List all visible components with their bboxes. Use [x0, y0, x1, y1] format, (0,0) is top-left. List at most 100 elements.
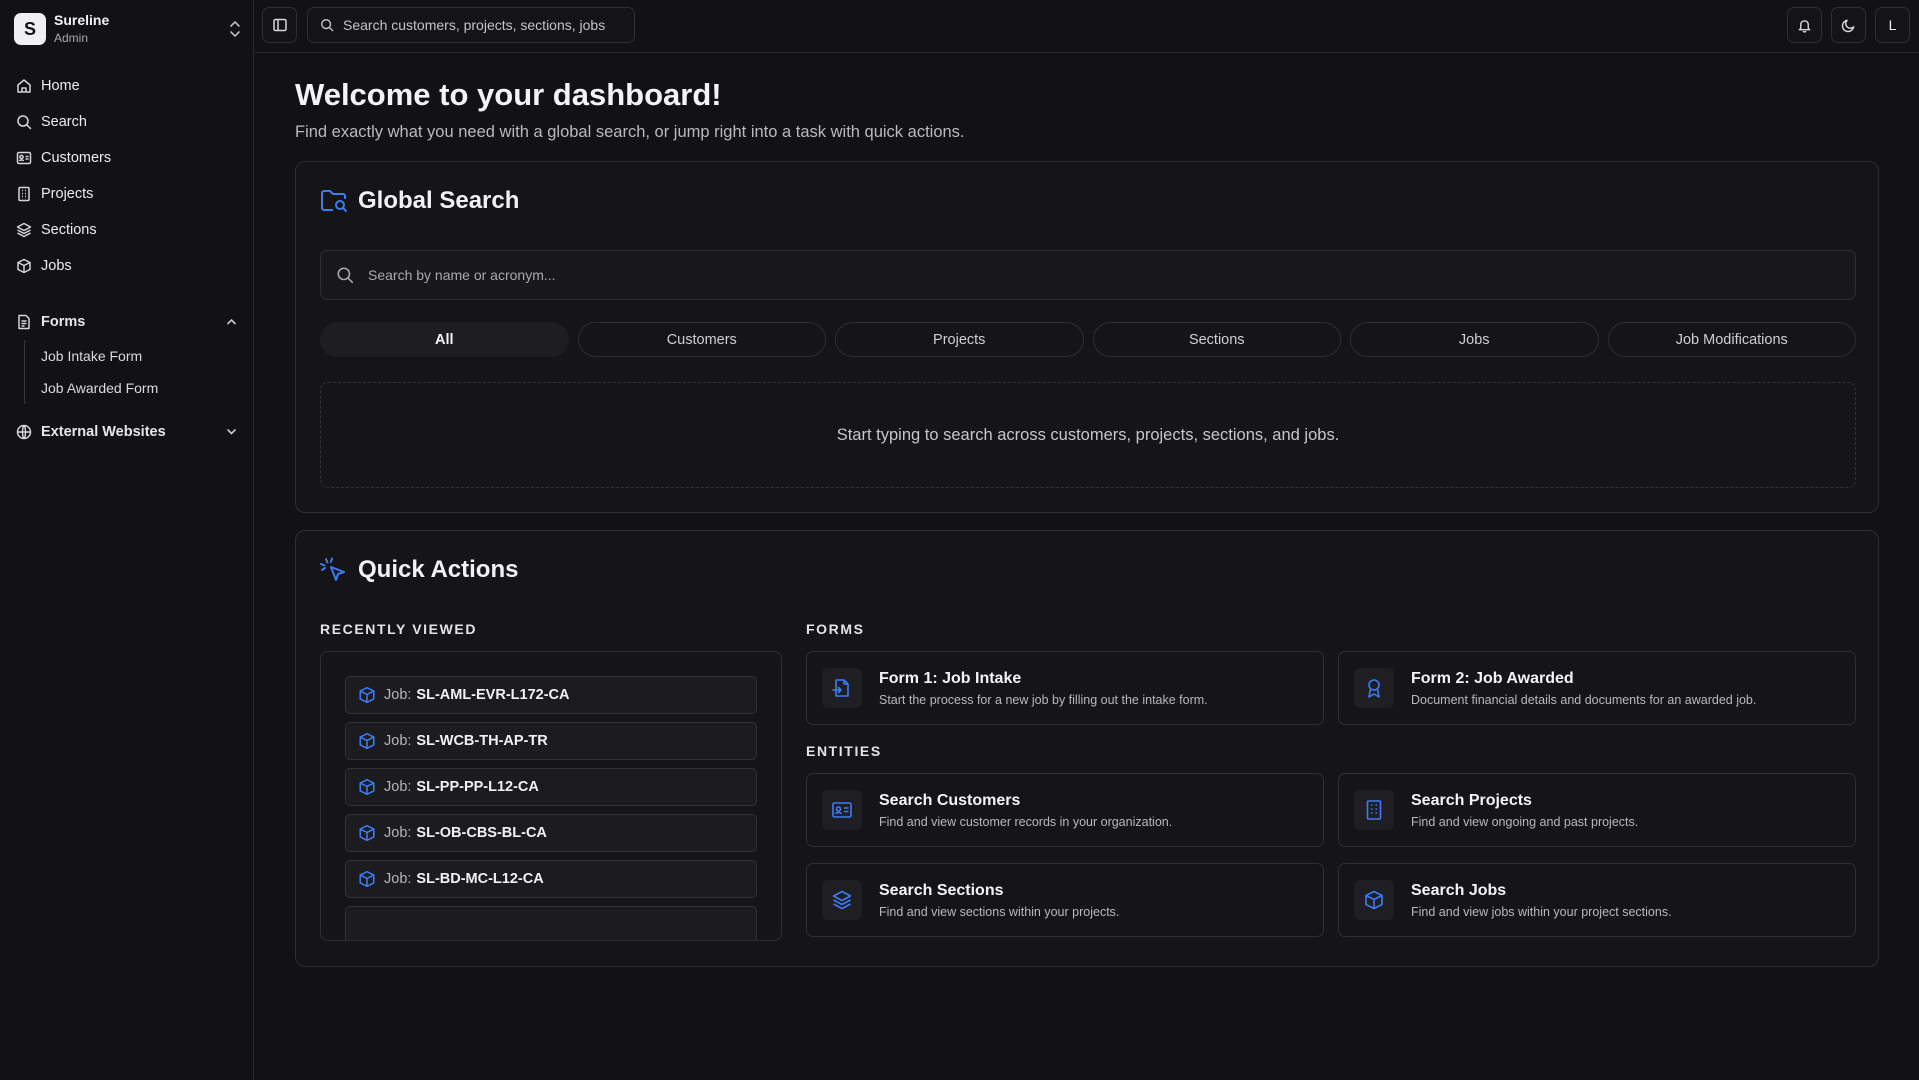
global-search-input[interactable]: Search by name or acronym... — [320, 250, 1856, 300]
page-title: Welcome to your dashboard! — [295, 77, 722, 112]
search-customers-card[interactable]: Search Customers Find and view customer … — [806, 773, 1324, 847]
search-icon — [320, 18, 334, 32]
award-ribbon-icon — [1354, 668, 1394, 708]
toggle-sidebar-button[interactable] — [262, 7, 297, 43]
recent-item-code: SL-OB-CBS-BL-CA — [416, 825, 547, 841]
search-projects-card[interactable]: Search Projects Find and view ongoing an… — [1338, 773, 1856, 847]
box-icon — [358, 778, 376, 796]
chevron-down-icon — [225, 425, 238, 438]
recent-item-prefix: Job: — [384, 779, 412, 795]
action-description: Find and view ongoing and past projects. — [1411, 815, 1639, 829]
filter-jobs[interactable]: Jobs — [1350, 322, 1599, 357]
recently-viewed-label: RECENTLY VIEWED — [320, 621, 478, 637]
id-card-icon — [822, 790, 862, 830]
recent-item-code: SL-WCB-TH-AP-TR — [416, 733, 548, 749]
recent-item-code: SL-PP-PP-L12-CA — [416, 779, 539, 795]
search-jobs-card[interactable]: Search Jobs Find and view jobs within yo… — [1338, 863, 1856, 937]
sidebar-item-job-awarded-form[interactable]: Job Awarded Form — [41, 372, 246, 404]
folder-search-icon — [320, 188, 348, 214]
org-avatar: S — [14, 13, 46, 45]
layers-icon — [822, 880, 862, 920]
recently-viewed-list: Job: SL-AML-EVR-L172-CA Job: SL-WCB-TH-A… — [320, 651, 782, 941]
box-icon — [1354, 880, 1394, 920]
recent-item-code: SL-BD-MC-L12-CA — [416, 871, 544, 887]
sidebar-item-label: Sections — [41, 222, 97, 238]
filter-all[interactable]: All — [320, 322, 569, 357]
search-icon — [336, 266, 354, 284]
moon-icon — [1841, 18, 1856, 33]
search-filter-tabs: All Customers Projects Sections Jobs Job… — [320, 322, 1856, 357]
action-title: Search Sections — [879, 882, 1004, 899]
user-avatar-button[interactable]: L — [1875, 7, 1910, 43]
recent-item-partial[interactable] — [345, 906, 757, 940]
search-sections-card[interactable]: Search Sections Find and view sections w… — [806, 863, 1324, 937]
form-job-awarded-card[interactable]: Form 2: Job Awarded Document financial d… — [1338, 651, 1856, 725]
search-icon — [16, 114, 32, 130]
box-icon — [358, 686, 376, 704]
id-card-icon — [16, 150, 32, 166]
quick-actions-title: Quick Actions — [358, 556, 519, 583]
sidebar-item-search[interactable]: Search — [8, 104, 246, 140]
search-empty-state: Start typing to search across customers,… — [320, 382, 1856, 488]
recent-item-prefix: Job: — [384, 871, 412, 887]
action-title: Form 1: Job Intake — [879, 670, 1022, 687]
recent-item-code: SL-AML-EVR-L172-CA — [416, 687, 570, 703]
building-icon — [16, 186, 32, 202]
layers-icon — [16, 222, 32, 238]
action-title: Search Projects — [1411, 792, 1532, 809]
recent-item[interactable]: Job: SL-BD-MC-L12-CA — [345, 860, 757, 898]
recent-item[interactable]: Job: SL-AML-EVR-L172-CA — [345, 676, 757, 714]
sidebar-item-projects[interactable]: Projects — [8, 176, 246, 212]
entities-label: ENTITIES — [806, 743, 882, 759]
action-description: Document financial details and documents… — [1411, 693, 1757, 707]
recent-item-prefix: Job: — [384, 825, 412, 841]
sidebar-item-label: Jobs — [41, 258, 72, 274]
forms-sub-list: Job Intake Form Job Awarded Form — [24, 340, 246, 404]
box-icon — [358, 870, 376, 888]
sidebar-group-label: Forms — [41, 314, 86, 330]
sidebar-item-label: Search — [41, 114, 87, 130]
file-import-icon — [822, 668, 862, 708]
chevrons-up-down-icon — [228, 20, 242, 38]
filter-sections[interactable]: Sections — [1092, 322, 1341, 357]
globe-icon — [16, 424, 32, 440]
action-description: Find and view jobs within your project s… — [1411, 905, 1672, 919]
org-switcher[interactable]: S Sureline Admin — [14, 12, 242, 46]
box-icon — [358, 732, 376, 750]
sidebar-item-sections[interactable]: Sections — [8, 212, 246, 248]
sidebar-item-home[interactable]: Home — [8, 68, 246, 104]
sidebar-item-label: Home — [41, 78, 80, 94]
sidebar-group-external-websites[interactable]: External Websites — [8, 414, 246, 450]
org-name: Sureline — [54, 12, 110, 29]
header-search-placeholder: Search customers, projects, sections, jo… — [343, 17, 606, 33]
notifications-button[interactable] — [1787, 7, 1822, 43]
recent-item-prefix: Job: — [384, 733, 412, 749]
global-search-card: Global Search Search by name or acronym.… — [295, 161, 1879, 513]
action-title: Form 2: Job Awarded — [1411, 670, 1574, 687]
action-description: Find and view sections within your proje… — [879, 905, 1120, 919]
top-bar: Search customers, projects, sections, jo… — [255, 0, 1919, 53]
action-description: Start the process for a new job by filli… — [879, 693, 1208, 707]
global-search-title: Global Search — [358, 187, 520, 214]
chevron-up-icon — [225, 315, 238, 328]
sidebar-group-forms[interactable]: Forms — [8, 304, 246, 340]
form-job-intake-card[interactable]: Form 1: Job Intake Start the process for… — [806, 651, 1324, 725]
theme-toggle-button[interactable] — [1831, 7, 1866, 43]
filter-projects[interactable]: Projects — [835, 322, 1084, 357]
header-search-input[interactable]: Search customers, projects, sections, jo… — [307, 7, 635, 43]
bell-icon — [1797, 18, 1812, 33]
sidebar-item-job-intake-form[interactable]: Job Intake Form — [41, 340, 246, 372]
sidebar-item-jobs[interactable]: Jobs — [8, 248, 246, 284]
recent-item[interactable]: Job: SL-WCB-TH-AP-TR — [345, 722, 757, 760]
filter-customers[interactable]: Customers — [577, 322, 826, 357]
sidebar-item-customers[interactable]: Customers — [8, 140, 246, 176]
quick-actions-card: Quick Actions RECENTLY VIEWED Job: SL-AM… — [295, 530, 1879, 967]
action-title: Search Customers — [879, 792, 1021, 809]
box-icon — [358, 824, 376, 842]
filter-job-modifications[interactable]: Job Modifications — [1607, 322, 1856, 357]
recent-item[interactable]: Job: SL-PP-PP-L12-CA — [345, 768, 757, 806]
home-icon — [16, 78, 32, 94]
box-icon — [16, 258, 32, 274]
recent-item[interactable]: Job: SL-OB-CBS-BL-CA — [345, 814, 757, 852]
cursor-click-icon — [320, 557, 348, 583]
